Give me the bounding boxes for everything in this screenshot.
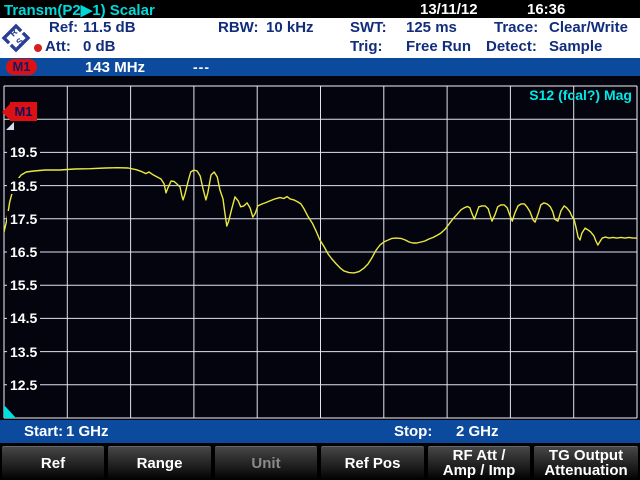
start-value: 1 GHz bbox=[66, 423, 109, 440]
trig-label: Trig: bbox=[350, 38, 383, 55]
ref-label: Ref: bbox=[49, 19, 78, 36]
start-label: Start: bbox=[24, 423, 63, 440]
marker-m1-flag[interactable]: M1 bbox=[2, 102, 37, 121]
softkey-ref[interactable]: Ref bbox=[2, 446, 104, 479]
rbw-label: RBW: bbox=[218, 19, 259, 36]
stop-value: 2 GHz bbox=[456, 423, 499, 440]
trace-plot bbox=[0, 76, 640, 420]
y-axis-label: 19.5 bbox=[7, 144, 40, 160]
marker-m1-badge[interactable]: M1 bbox=[6, 59, 37, 75]
y-axis-label: 14.5 bbox=[7, 310, 40, 326]
settings-header: R S Ref: 11.5 dB RBW: 10 kHz SWT: 125 ms… bbox=[0, 18, 640, 58]
detect-label: Detect: bbox=[486, 38, 537, 55]
att-value: 0 dB bbox=[83, 38, 116, 55]
marker-arrow-icon bbox=[2, 104, 10, 120]
trig-value: Free Run bbox=[406, 38, 471, 55]
y-axis-label: 13.5 bbox=[7, 344, 40, 360]
y-axis-label: 16.5 bbox=[7, 244, 40, 260]
rs-logo-icon: R S bbox=[0, 21, 32, 55]
detect-value: Sample bbox=[549, 38, 602, 55]
time-display: 16:36 bbox=[527, 1, 565, 18]
softkey-unit: Unit bbox=[215, 446, 317, 479]
frequency-range-bar: Start: 1 GHz Stop: 2 GHz bbox=[0, 420, 640, 443]
trace-mode-value: Clear/Write bbox=[549, 19, 628, 36]
marker-flag-label: M1 bbox=[10, 102, 37, 121]
svg-text:S: S bbox=[14, 36, 25, 47]
measurement-chart: 19.5 18.5 17.5 16.5 15.5 14.5 13.5 12.5 S12 (fc… bbox=[0, 76, 640, 420]
y-axis-label: 15.5 bbox=[7, 277, 40, 293]
att-active-dot-icon bbox=[34, 44, 42, 52]
att-label: Att: bbox=[45, 38, 71, 55]
measurement-title: Transm(P2▶1) Scalar bbox=[4, 1, 155, 19]
marker-value: --- bbox=[193, 59, 210, 75]
softkey-tg-output-attenuation[interactable]: TG OutputAttenuation bbox=[534, 446, 638, 479]
trace-mode-label: Trace: bbox=[494, 19, 538, 36]
swt-label: SWT: bbox=[350, 19, 387, 36]
trace-info-label: S12 (fcal?) Mag bbox=[529, 87, 632, 103]
y-axis-label: 17.5 bbox=[7, 211, 40, 227]
title-bar: Transm(P2▶1) Scalar 13/11/12 16:36 bbox=[0, 0, 640, 18]
softkey-bar: Ref Range Unit Ref Pos RF Att /Amp / Imp… bbox=[0, 443, 640, 480]
swt-value: 125 ms bbox=[406, 19, 457, 36]
y-axis-label: 12.5 bbox=[7, 377, 40, 393]
marker-readout-bar: M1 143 MHz --- bbox=[0, 58, 640, 76]
softkey-ref-pos[interactable]: Ref Pos bbox=[321, 446, 424, 479]
ref-value: 11.5 dB bbox=[83, 19, 136, 36]
y-axis-label: 18.5 bbox=[7, 178, 40, 194]
softkey-range[interactable]: Range bbox=[108, 446, 211, 479]
softkey-rf-att-amp-imp[interactable]: RF Att /Amp / Imp bbox=[428, 446, 530, 479]
corner-triangle-icon bbox=[4, 405, 16, 418]
rbw-value: 10 kHz bbox=[266, 19, 314, 36]
stop-label: Stop: bbox=[394, 423, 432, 440]
marker-frequency: 143 MHz bbox=[85, 59, 145, 76]
date-display: 13/11/12 bbox=[420, 1, 478, 18]
marker-position-icon bbox=[6, 122, 14, 130]
